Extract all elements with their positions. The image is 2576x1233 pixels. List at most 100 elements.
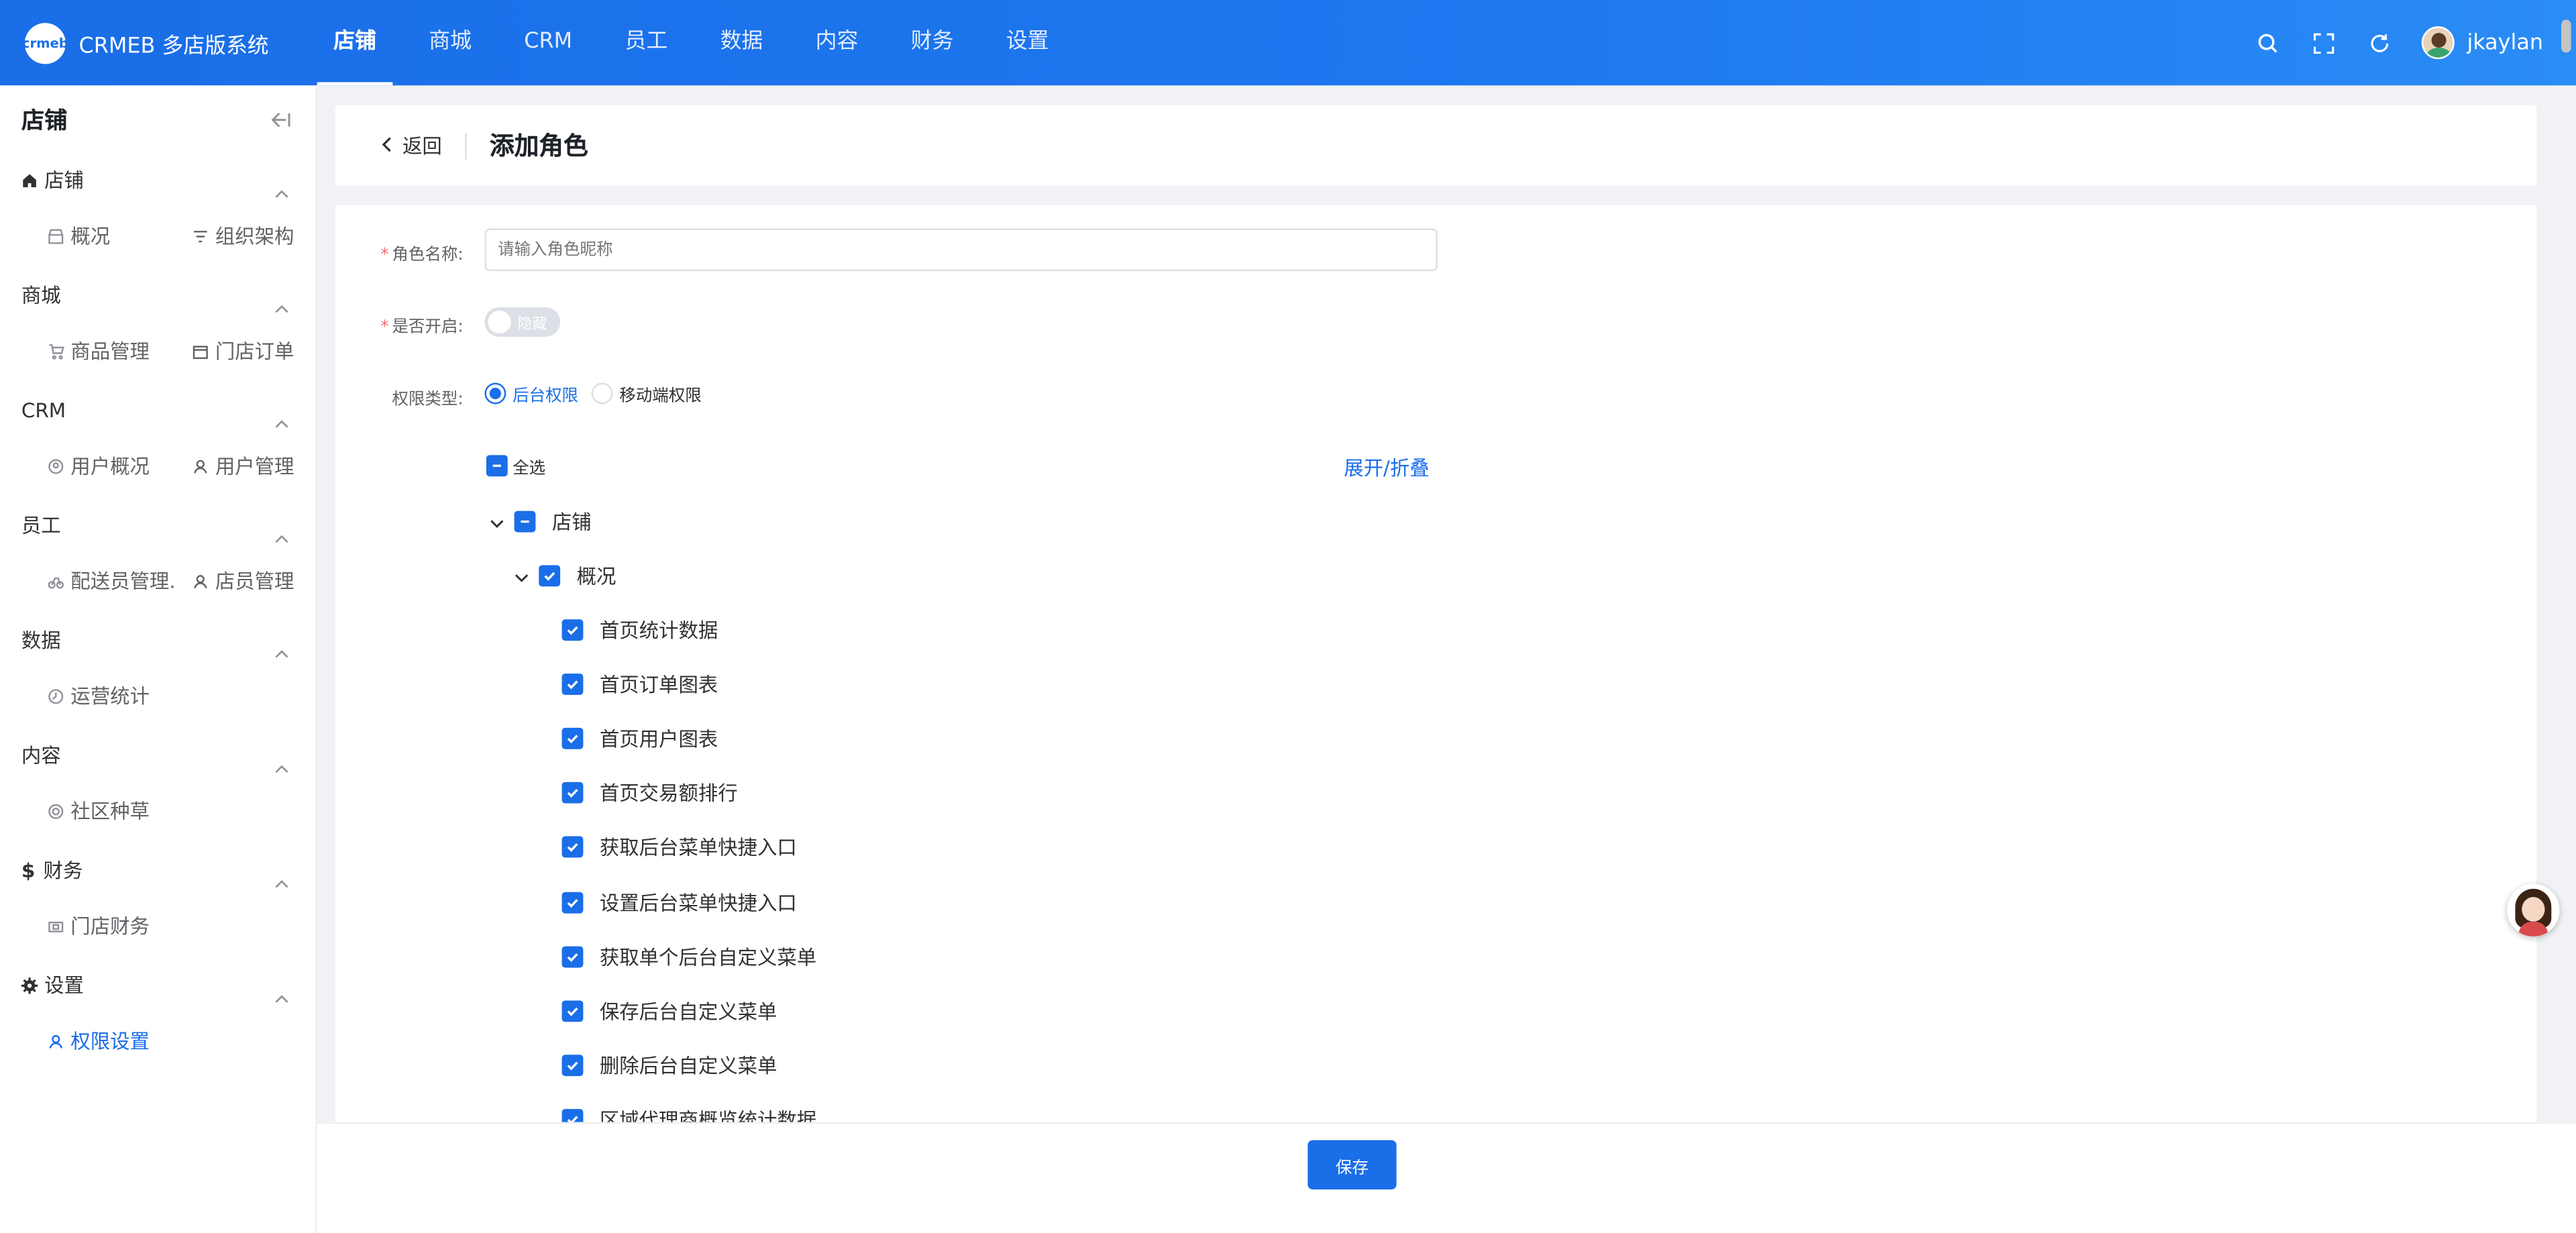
tree-node-store[interactable]: 店铺 <box>490 508 592 536</box>
sidebar-item-clerk-management[interactable]: 店员管理 <box>191 557 294 606</box>
tree-leaf[interactable]: 获取单个后台自定义菜单 <box>561 943 816 971</box>
topnav-item-crm[interactable]: CRM <box>508 0 589 85</box>
sidebar-items-row: 运营统计 <box>0 672 315 730</box>
tree-checkbox-checked[interactable] <box>561 619 584 641</box>
tree-leaf[interactable]: 删除后台自定义菜单 <box>561 1051 777 1079</box>
tree-leaf[interactable]: 首页统计数据 <box>561 616 718 644</box>
chevron-up-icon[interactable] <box>274 519 289 551</box>
back-label: 返回 <box>402 134 442 158</box>
sidebar-group-header[interactable]: CRM <box>21 384 66 437</box>
tree-leaf[interactable]: 获取后台菜单快捷入口 <box>561 834 797 862</box>
select-all-checkbox[interactable] <box>486 455 508 477</box>
refresh-icon[interactable] <box>2352 0 2408 85</box>
sidebar-item-delivery-staff[interactable]: 配送员管理. <box>46 557 176 606</box>
sidebar-group-header[interactable]: 员工 <box>21 499 61 551</box>
chevron-up-icon[interactable] <box>274 979 289 1011</box>
brand[interactable]: crmeb CRMEB 多店版系统 <box>0 22 317 64</box>
tree-checkbox-checked[interactable] <box>561 1000 584 1022</box>
radio-mobile-label[interactable]: 移动端权限 <box>619 381 701 406</box>
tree-leaf[interactable]: 设置后台菜单快捷入口 <box>561 888 797 916</box>
sidebar-item-community[interactable]: 社区种草 <box>46 787 150 836</box>
select-all[interactable]: 全选 <box>486 453 545 478</box>
collapse-sidebar-icon[interactable] <box>271 109 290 135</box>
tree-leaf[interactable]: 首页交易额排行 <box>561 780 738 808</box>
chevron-up-icon[interactable] <box>274 634 289 665</box>
sidebar-items-row: 用户概况 用户管理 <box>0 442 315 500</box>
tree-leaf[interactable]: 首页用户图表 <box>561 725 718 753</box>
tree-checkbox-checked[interactable] <box>561 1054 584 1076</box>
sidebar-item-permissions[interactable]: 权限设置 <box>46 1017 150 1066</box>
username[interactable]: jkaylan <box>2467 30 2543 55</box>
tree-node-overview[interactable]: 概况 <box>515 562 616 590</box>
sidebar-item-label: 门店财务 <box>70 915 150 939</box>
back-button[interactable]: 返回 <box>381 131 442 160</box>
tree-checkbox-checked[interactable] <box>561 782 584 804</box>
expand-collapse-link[interactable]: 展开/折叠 <box>1344 453 1429 482</box>
topnav-item-settings[interactable]: 设置 <box>989 0 1065 85</box>
chevron-down-icon[interactable] <box>490 510 504 533</box>
fullscreen-icon[interactable] <box>2296 0 2352 85</box>
user-icon <box>191 457 210 476</box>
sidebar-items-row: 配送员管理. 店员管理 <box>0 557 315 614</box>
sidebar-group-header[interactable]: $ 财务 <box>21 845 83 897</box>
chevron-down-icon[interactable] <box>515 564 529 587</box>
chevron-up-icon[interactable] <box>274 174 289 206</box>
tree-checkbox-checked[interactable] <box>561 674 584 696</box>
save-button[interactable]: 保存 <box>1307 1140 1397 1190</box>
sidebar-group-header[interactable]: 内容 <box>21 729 61 782</box>
radio-mobile[interactable] <box>591 382 613 405</box>
sidebar-group-header[interactable]: 设置 <box>21 959 84 1012</box>
sidebar-item-org[interactable]: 组织架构 <box>191 212 294 261</box>
tree-checkbox-checked[interactable] <box>539 565 561 587</box>
sidebar-item-products[interactable]: 商品管理 <box>46 327 150 376</box>
sidebar-group-label: 内容 <box>21 744 61 767</box>
role-name-input[interactable] <box>484 228 1438 272</box>
chevron-up-icon[interactable] <box>274 404 289 435</box>
bike-icon <box>46 572 66 591</box>
topnav-item-finance[interactable]: 财务 <box>894 0 970 85</box>
sidebar-item-label: 概况 <box>70 225 111 248</box>
topnav-item-content[interactable]: 内容 <box>799 0 875 85</box>
page-scrollbar[interactable] <box>2561 19 2571 53</box>
topnav-item-data[interactable]: 数据 <box>704 0 780 85</box>
role-name-label: * 角色名称: <box>380 246 464 265</box>
radio-backend[interactable] <box>484 382 506 405</box>
chevron-up-icon[interactable] <box>274 749 289 781</box>
sidebar-item-operations-stats[interactable]: 运营统计 <box>46 672 150 721</box>
tree-leaf[interactable]: 首页订单图表 <box>561 670 718 698</box>
sidebar-group-mall[interactable]: 商城 <box>0 270 315 327</box>
tree-leaf[interactable]: 保存后台自定义菜单 <box>561 997 777 1025</box>
sidebar-group-settings[interactable]: 设置 <box>0 959 315 1017</box>
sidebar-item-store-finance[interactable]: 门店财务 <box>46 902 150 951</box>
sidebar-group-data[interactable]: 数据 <box>0 614 315 672</box>
chevron-up-icon[interactable] <box>274 289 289 321</box>
sidebar-group-finance[interactable]: $ 财务 <box>0 845 315 902</box>
sidebar-group-header[interactable]: 数据 <box>21 614 61 667</box>
sidebar-item-store-orders[interactable]: 门店订单 <box>191 327 294 376</box>
sidebar-group-staff[interactable]: 员工 <box>0 499 315 557</box>
sidebar-item-user-overview[interactable]: 用户概况 <box>46 442 150 491</box>
tree-checkbox-indeterminate[interactable] <box>514 511 536 533</box>
sidebar-group-crm[interactable]: CRM <box>0 384 315 442</box>
customer-service-avatar[interactable] <box>2507 883 2560 936</box>
tree-checkbox-checked[interactable] <box>561 837 584 859</box>
tree-checkbox-checked[interactable] <box>561 945 584 967</box>
sidebar-item-overview[interactable]: 概况 <box>46 212 111 261</box>
user-avatar[interactable] <box>2420 26 2454 60</box>
top-nav: 店铺 商城 CRM 员工 数据 内容 财务 设置 <box>317 0 1085 86</box>
sidebar-group-content[interactable]: 内容 <box>0 729 315 787</box>
search-icon[interactable] <box>2240 0 2296 85</box>
tree-checkbox-checked[interactable] <box>561 728 584 750</box>
topnav-item-mall[interactable]: 商城 <box>413 0 488 85</box>
topnav-item-store[interactable]: 店铺 <box>317 0 393 86</box>
radio-backend-label[interactable]: 后台权限 <box>513 381 578 406</box>
enabled-toggle[interactable]: 隐藏 <box>484 307 561 337</box>
sidebar-group-store[interactable]: 店铺 <box>0 154 315 212</box>
sidebar-item-user-management[interactable]: 用户管理 <box>191 442 294 491</box>
chevron-up-icon[interactable] <box>274 864 289 896</box>
sidebar-group-header[interactable]: 商城 <box>21 270 61 322</box>
tree-checkbox-checked[interactable] <box>561 891 584 913</box>
sidebar-group-header[interactable]: 店铺 <box>21 154 84 207</box>
tree-leaf-label: 获取后台菜单快捷入口 <box>599 837 797 860</box>
topnav-item-staff[interactable]: 员工 <box>608 0 684 85</box>
